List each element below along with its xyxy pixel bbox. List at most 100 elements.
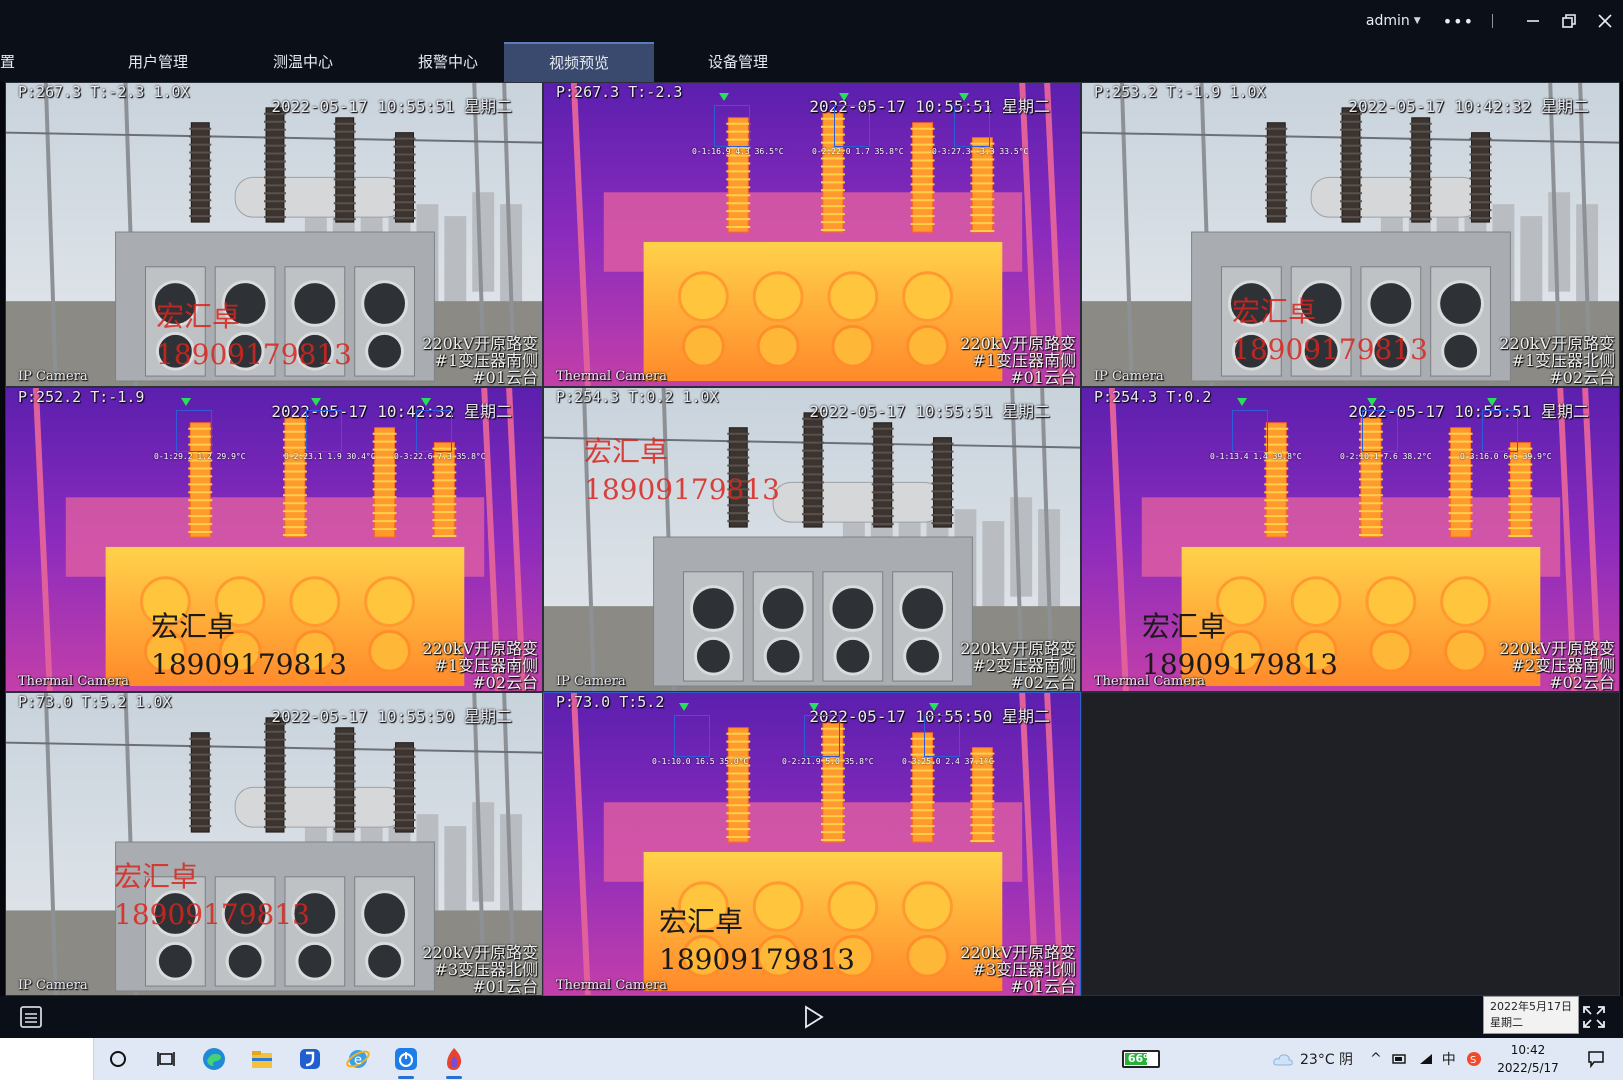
location-label: 220kV开原路变 #3变压器北侧 #01云台 (422, 944, 538, 995)
video-cell-4[interactable]: P:252.2 T:-1.9 2022-05-17 10:42:32 星期二 The… (5, 387, 543, 692)
roi-box[interactable] (1482, 410, 1518, 452)
battery-indicator[interactable]: 66% (1122, 1050, 1160, 1068)
roi-box[interactable] (674, 715, 710, 757)
watermark: 宏汇卓 18909179813 (114, 858, 310, 934)
location-line: 220kV开原路变 (1499, 334, 1615, 353)
video-grid: P:267.3 T:-2.3 1.0X 2022-05-17 10:55:51 星… (5, 82, 1620, 996)
nav-tab-3[interactable]: 报警中心 (383, 42, 513, 82)
nav-tab-1[interactable]: 用户管理 (93, 42, 223, 82)
roi-marker-icon (719, 93, 729, 101)
nav-tab-2[interactable]: 测温中心 (238, 42, 368, 82)
roi-temperature-label: 0-2:23.1 1.9 30.4°C (284, 452, 376, 461)
edge-browser-button[interactable] (198, 1043, 230, 1075)
roi-box[interactable] (834, 105, 870, 147)
taskbar-search-box[interactable] (0, 1038, 94, 1080)
roi-box[interactable] (176, 410, 212, 452)
video-cell-9[interactable] (1081, 692, 1620, 996)
roi-box[interactable] (924, 715, 960, 757)
video-cell-2[interactable]: P:267.3 T:-2.3 2022-05-17 10:55:51 星期二 The… (543, 82, 1081, 387)
weather-widget[interactable]: 23°C 阴 (1272, 1038, 1353, 1080)
roi-marker-icon (421, 398, 431, 406)
tooltip-date: 2022年5月17日 (1490, 1000, 1572, 1013)
roi-box[interactable] (306, 410, 342, 452)
watermark: 宏汇卓 18909179813 (1142, 608, 1338, 684)
system-tray: ^ 中 S (1370, 1038, 1482, 1080)
camera-type-label: Thermal Camera (18, 674, 130, 689)
chevron-down-icon[interactable]: ▼ (1414, 16, 1421, 26)
cortana-button[interactable] (102, 1043, 134, 1075)
fullscreen-icon (1583, 1006, 1605, 1028)
location-line: #02云台 (1010, 673, 1076, 692)
roi-box[interactable] (804, 715, 840, 757)
camera-type-label: IP Camera (18, 369, 88, 384)
restore-button[interactable] (1551, 0, 1587, 42)
video-cell-3[interactable]: P:253.2 T:-1.9 1.0X 2022-05-17 10:42:32 星… (1081, 82, 1620, 387)
internet-explorer-button[interactable]: e (342, 1043, 374, 1075)
video-cell-7[interactable]: P:73.0 T:5.2 1.0X 2022-05-17 10:55:50 星期二… (5, 692, 543, 996)
edge-icon (203, 1048, 225, 1070)
roi-marker-icon (839, 93, 849, 101)
vms-client-icon (395, 1048, 417, 1070)
save-layout-button[interactable] (18, 1004, 44, 1030)
location-line: 220kV开原路变 (960, 943, 1076, 962)
play-button[interactable] (800, 1004, 826, 1030)
watermark-line: 18909179813 (659, 943, 855, 976)
close-button[interactable] (1587, 0, 1623, 42)
location-label: 220kV开原路变 #1变压器南侧 #01云台 (960, 335, 1076, 386)
app-blue-button[interactable] (294, 1043, 326, 1075)
wifi-icon[interactable] (1418, 1052, 1434, 1066)
user-menu[interactable]: admin (1366, 13, 1410, 29)
watermark-line: 宏汇卓 (584, 435, 669, 468)
roi-box[interactable] (714, 105, 750, 147)
notification-center-button[interactable] (1580, 1043, 1612, 1075)
more-options-icon[interactable]: ••• (1443, 12, 1474, 31)
roi-marker-icon (181, 398, 191, 406)
camera-type-label: Thermal Camera (556, 978, 668, 993)
watermark-line: 18909179813 (151, 648, 347, 681)
watermark-line: 18909179813 (1232, 333, 1428, 366)
video-cell-5[interactable]: P:254.3 T:0.2 1.0X 2022-05-17 10:55:51 星期… (543, 387, 1081, 692)
nav-tab-0[interactable]: 置 (0, 42, 15, 82)
watermark-line: 18909179813 (584, 473, 780, 506)
roi-marker-icon (809, 703, 819, 711)
roi-box[interactable] (954, 105, 990, 147)
location-line: #3变压器北侧 (434, 960, 538, 979)
location-line: #01云台 (472, 977, 538, 996)
roi-box[interactable] (1362, 410, 1398, 452)
location-line: 220kV开原路变 (960, 639, 1076, 658)
location-line: #1变压器南侧 (434, 656, 538, 675)
location-label: 220kV开原路变 #1变压器北侧 #02云台 (1499, 335, 1615, 386)
video-cell-1[interactable]: P:267.3 T:-2.3 1.0X 2022-05-17 10:55:51 星… (5, 82, 543, 387)
watermark-line: 宏汇卓 (114, 860, 199, 893)
close-icon (1598, 14, 1612, 28)
file-explorer-button[interactable] (246, 1043, 278, 1075)
roi-temperature-label: 0-1:13.4 1.4 39.8°C (1210, 452, 1302, 461)
chevron-up-icon[interactable]: ^ (1370, 1051, 1382, 1067)
taskbar-clock[interactable]: 10:42 2022/5/17 (1488, 1041, 1568, 1077)
battery-tray-icon[interactable] (1392, 1053, 1408, 1065)
vms-client-button[interactable] (390, 1043, 422, 1079)
nav-tab-5[interactable]: 设备管理 (673, 42, 803, 82)
save-icon (20, 1006, 42, 1028)
location-line: #2变压器南侧 (972, 656, 1076, 675)
ime-indicator[interactable]: 中 (1442, 1049, 1456, 1069)
location-label: 220kV开原路变 #3变压器北侧 #01云台 (960, 944, 1076, 995)
roi-box[interactable] (416, 410, 452, 452)
nav-tab-4[interactable]: 视频预览 (504, 42, 654, 82)
video-cell-6[interactable]: P:254.3 T:0.2 2022-05-17 10:55:51 星期二 Ther… (1081, 387, 1620, 692)
thermal-app-button[interactable] (438, 1043, 470, 1079)
task-view-button[interactable] (150, 1043, 182, 1075)
watermark-line: 宏汇卓 (156, 300, 241, 333)
fullscreen-button[interactable] (1581, 1004, 1607, 1030)
video-cell-8[interactable]: P:73.0 T:5.2 2022-05-17 10:55:50 星期二 Therm… (543, 692, 1081, 996)
roi-box[interactable] (1232, 410, 1268, 452)
watermark: 宏汇卓 18909179813 (659, 903, 855, 979)
title-bar: admin ▼ ••• (0, 0, 1623, 42)
minimize-button[interactable] (1515, 0, 1551, 42)
camera-type-label: IP Camera (556, 674, 626, 689)
roi-temperature-label: 0-3:27.3 -3.3 33.5°C (932, 147, 1029, 156)
roi-marker-icon (311, 398, 321, 406)
roi-temperature-label: 0-2:21.9 5.0 35.8°C (782, 757, 874, 766)
sogou-ime-icon[interactable]: S (1466, 1051, 1482, 1067)
cortana-circle-icon (110, 1051, 126, 1067)
